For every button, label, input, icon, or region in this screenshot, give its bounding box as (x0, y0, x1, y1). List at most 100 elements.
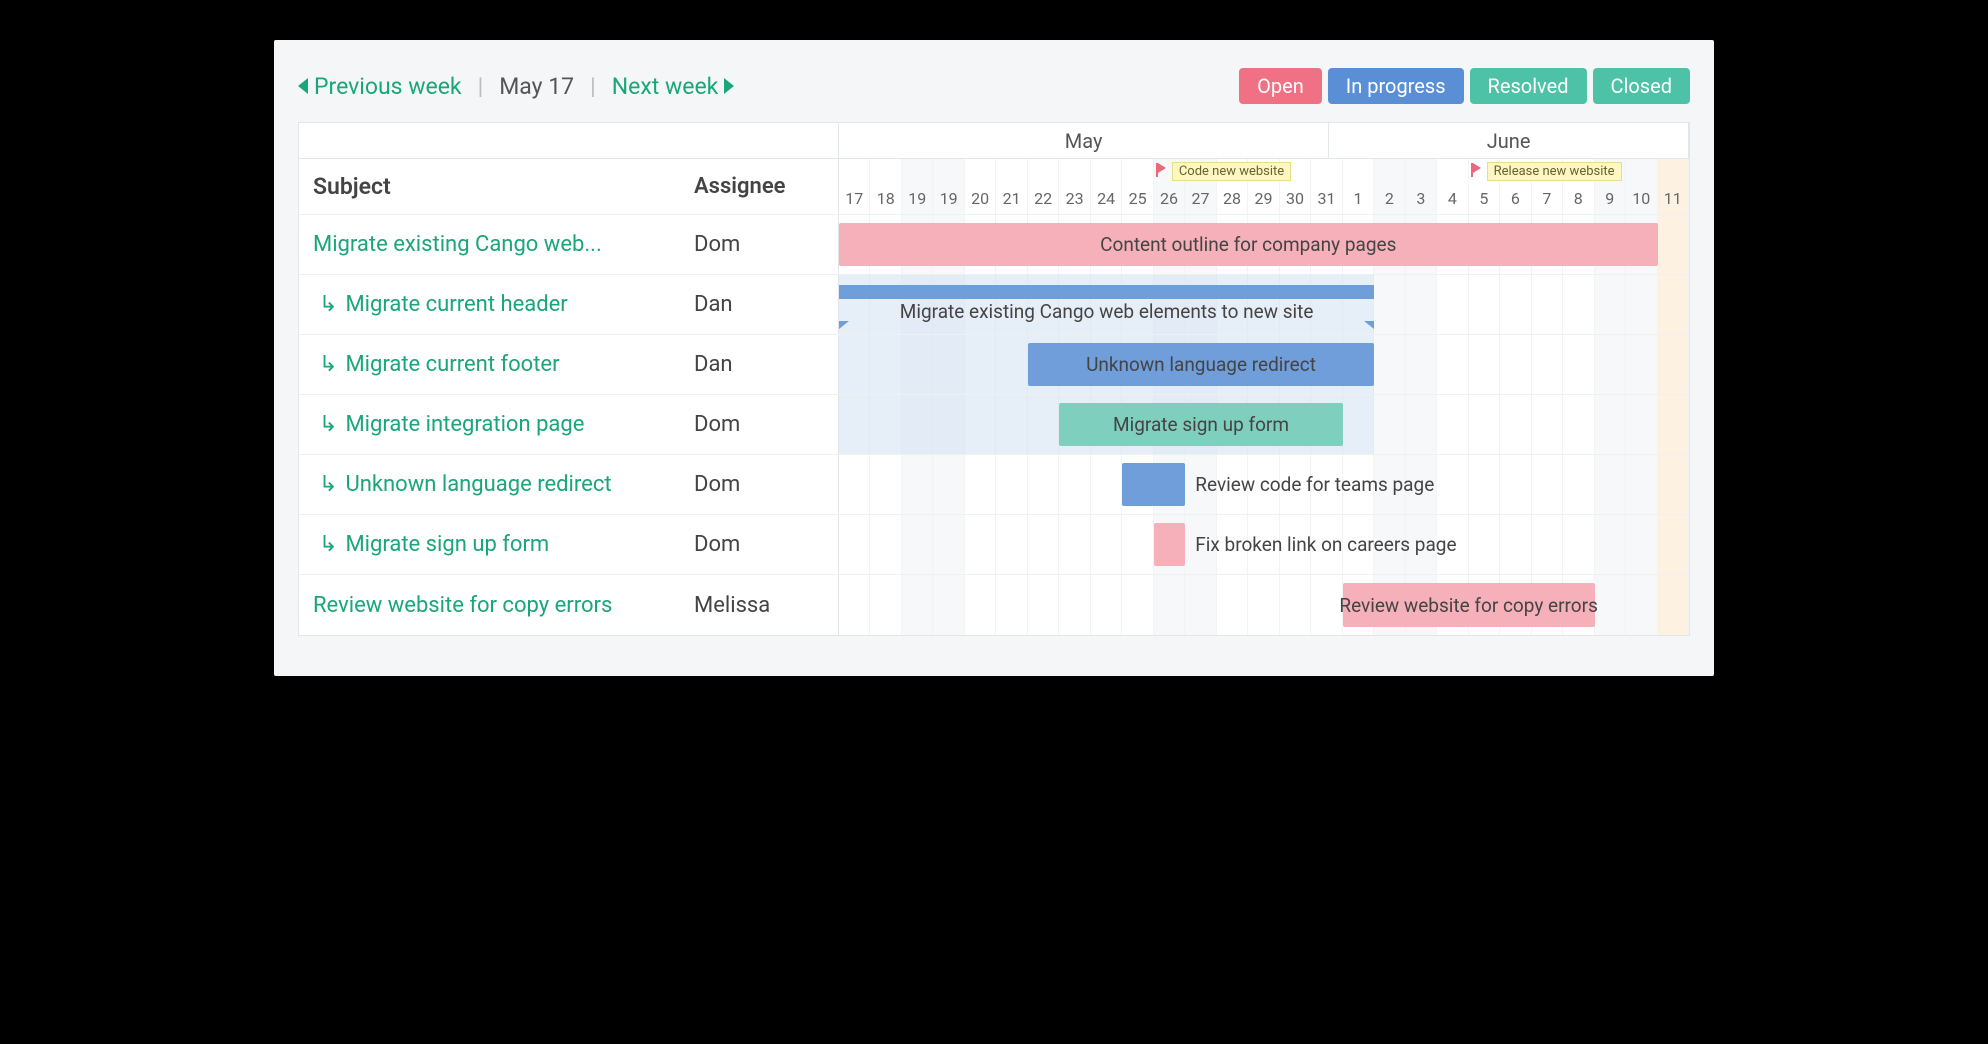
task-subject-link[interactable]: Review website for copy errors (313, 593, 694, 618)
task-side: ↳Migrate current footerDan (299, 335, 839, 394)
timeline-cell (1154, 575, 1185, 635)
status-legend: OpenIn progressResolvedClosed (1233, 68, 1690, 104)
task-subject-link[interactable]: Unknown language redirect (345, 472, 694, 497)
task-subject-link[interactable]: Migrate sign up form (345, 532, 694, 557)
day-header-cell: 22 (1028, 159, 1059, 214)
timeline-cell (1374, 275, 1405, 334)
timeline-cell (965, 455, 996, 514)
child-indent-icon: ↳ (319, 532, 337, 557)
timeline-cell (1532, 395, 1563, 454)
gantt-bar[interactable]: Migrate existing Cango web elements to n… (839, 285, 1374, 321)
timeline-cell (1658, 275, 1689, 334)
child-indent-icon: ↳ (319, 352, 337, 377)
milestone-label: Code new website (1172, 162, 1291, 181)
child-indent-icon: ↳ (319, 292, 337, 317)
task-subject-link[interactable]: Migrate integration page (345, 412, 694, 437)
gantt-bar[interactable]: Review code for teams page (1122, 463, 1185, 506)
timeline-cell (996, 515, 1027, 574)
task-assignee: Melissa (694, 593, 824, 618)
task-side: Migrate existing Cango web...Dom (299, 215, 839, 274)
task-side: ↳Migrate sign up formDom (299, 515, 839, 574)
timeline-cell (1469, 455, 1500, 514)
day-header-cell: 5Release new website (1469, 159, 1500, 214)
gantt-bar[interactable]: Fix broken link on careers page (1154, 523, 1185, 566)
timeline-cell (1658, 215, 1689, 274)
timeline-cell (1563, 515, 1594, 574)
subject-header: Subject (313, 173, 391, 200)
timeline-cell (1028, 455, 1059, 514)
legend-chip-closed[interactable]: Closed (1593, 68, 1691, 104)
day-header-cell: 20 (965, 159, 996, 214)
timeline-cell (1280, 575, 1311, 635)
timeline-cell (1658, 335, 1689, 394)
task-row: ↳ Migrate integration pageDom Migrate sign… (299, 395, 1689, 455)
legend-chip-in-progress[interactable]: In progress (1328, 68, 1464, 104)
timeline-cell (933, 575, 964, 635)
timeline-cell (870, 575, 901, 635)
chevron-left-icon (298, 78, 308, 94)
gantt-bar[interactable]: Migrate sign up form (1059, 403, 1342, 446)
timeline-cell (1626, 335, 1657, 394)
legend-chip-resolved[interactable]: Resolved (1470, 68, 1587, 104)
timeline-cell (902, 575, 933, 635)
column-headers: Subject Assignee (299, 159, 839, 214)
day-header-cell: 10 (1626, 159, 1657, 214)
gantt-app: Previous week | May 17 | Next week OpenI… (274, 40, 1714, 676)
task-side: ↳Unknown language redirectDom (299, 455, 839, 514)
child-indent-icon: ↳ (319, 412, 337, 437)
gantt-bar[interactable]: Review website for copy errors (1343, 583, 1595, 627)
task-subject-link[interactable]: Migrate current header (345, 292, 694, 317)
timeline-cell (1469, 275, 1500, 334)
task-assignee: Dan (694, 292, 824, 317)
month-label: May (839, 123, 1329, 158)
timeline-cell (1626, 395, 1657, 454)
day-header-cell: 17 (839, 159, 870, 214)
flag-icon (1471, 163, 1483, 177)
day-header-cell: 26Code new website (1154, 159, 1185, 214)
timeline-cell (1469, 335, 1500, 394)
gantt-bar[interactable]: Unknown language redirect (1028, 343, 1374, 386)
month-label: June (1329, 123, 1689, 158)
day-header-cell: 4 (1437, 159, 1468, 214)
gantt-bar[interactable]: Content outline for company pages (839, 223, 1658, 266)
task-row: Review website for copy errorsMelissaRev… (299, 575, 1689, 635)
task-subject-link[interactable]: Migrate current footer (345, 352, 694, 377)
timeline-cell (1059, 575, 1090, 635)
day-header-cell: 11 (1658, 159, 1689, 214)
prev-week-link[interactable]: Previous week (298, 73, 462, 100)
task-row: ↳Unknown language redirectDom Review code… (299, 455, 1689, 515)
assignee-header: Assignee (694, 174, 824, 199)
timeline-cell (1563, 275, 1594, 334)
prev-week-label: Previous week (314, 73, 462, 100)
timeline-cell (1532, 335, 1563, 394)
timeline-cell (1091, 575, 1122, 635)
day-header-cell: 25 (1122, 159, 1153, 214)
timeline-cell (996, 455, 1027, 514)
timeline-cell (839, 455, 870, 514)
week-nav: Previous week | May 17 | Next week (298, 73, 734, 100)
task-subject-link[interactable]: Migrate existing Cango web... (313, 232, 694, 257)
gantt-bar-label: Review code for teams page (1195, 473, 1434, 496)
next-week-label: Next week (612, 73, 719, 100)
timeline-cell (1626, 575, 1657, 635)
timeline-cell (1500, 335, 1531, 394)
timeline-cell (1059, 515, 1090, 574)
task-assignee: Dom (694, 412, 824, 437)
legend-chip-open[interactable]: Open (1239, 68, 1322, 104)
timeline-cell (870, 515, 901, 574)
timeline-cell (1406, 335, 1437, 394)
timeline-cell (1469, 395, 1500, 454)
day-header-cell: 18 (870, 159, 901, 214)
timeline-cell (1122, 575, 1153, 635)
timeline-cell (1437, 455, 1468, 514)
timeline-cell (1500, 455, 1531, 514)
timeline-cell (1595, 335, 1626, 394)
timeline-cell (1437, 335, 1468, 394)
timeline-cell (870, 455, 901, 514)
day-header-cell: 3 (1406, 159, 1437, 214)
timeline-cell (965, 575, 996, 635)
gantt-bar-label: Unknown language redirect (1086, 353, 1316, 376)
timeline-cell (1122, 515, 1153, 574)
separator: | (478, 73, 484, 100)
next-week-link[interactable]: Next week (612, 73, 735, 100)
